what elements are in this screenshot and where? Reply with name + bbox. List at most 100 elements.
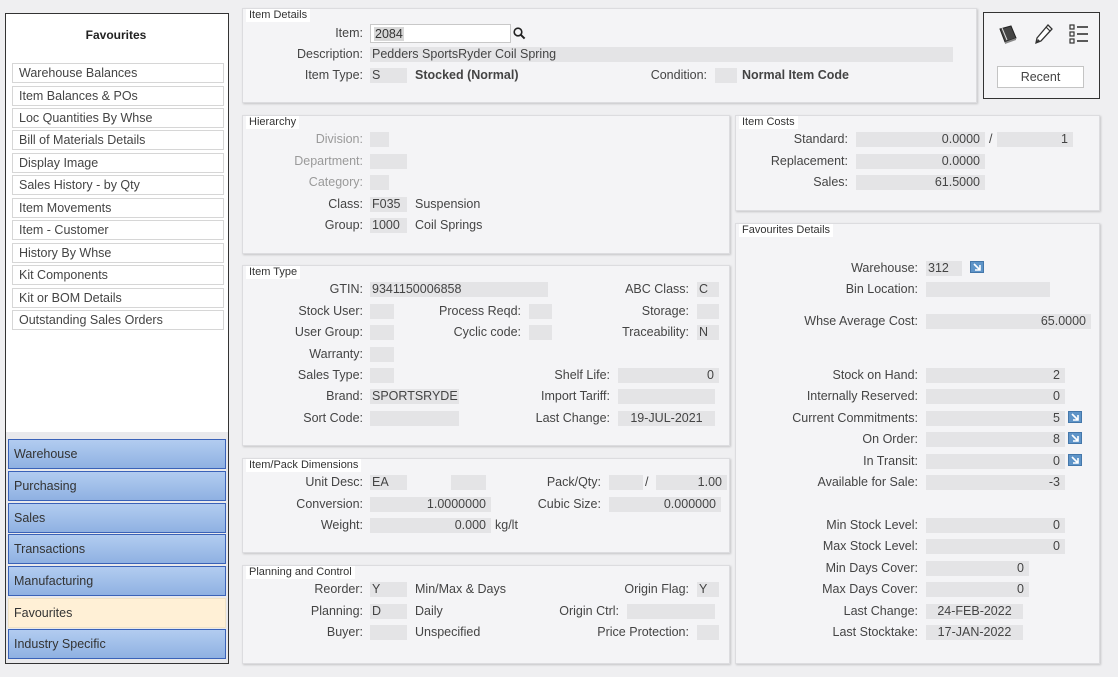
module-manufacturing[interactable]: Manufacturing — [8, 566, 226, 596]
origin-ctrl-label: Origin Ctrl: — [559, 604, 619, 618]
min-days-cover-field: 0 — [926, 561, 1029, 576]
left-navigation-panel: Favourites Warehouse Balances Item Balan… — [5, 13, 229, 664]
pack-qty-field: 1.00 — [656, 475, 727, 490]
fav-item-bill-of-materials-details[interactable]: Bill of Materials Details — [12, 130, 224, 150]
conversion-label: Conversion: — [296, 497, 363, 511]
fav-item-kit-components[interactable]: Kit Components — [12, 265, 224, 285]
item-details-title: Item Details — [246, 9, 311, 22]
department-field — [370, 154, 407, 169]
storage-field — [697, 304, 719, 319]
dimensions-title: Item/Pack Dimensions — [246, 459, 362, 472]
process-reqd-field — [529, 304, 552, 319]
pack-qty-label: Pack/Qty: — [546, 475, 601, 489]
current-commitments-drill-arrow-icon[interactable] — [1068, 411, 1082, 423]
recent-button[interactable]: Recent — [997, 66, 1084, 88]
whse-average-cost-field: 65.0000 — [926, 314, 1091, 329]
internally-reserved-field: 0 — [926, 389, 1065, 404]
group-label: Group: — [324, 218, 363, 232]
origin-ctrl-field — [627, 604, 715, 619]
notebook-icon[interactable] — [997, 23, 1019, 48]
fav-item-sales-history-by-qty[interactable]: Sales History - by Qty — [12, 175, 224, 195]
on-order-drill-arrow-icon[interactable] — [1068, 432, 1082, 444]
cubic-size-label: Cubic Size: — [537, 497, 601, 511]
module-menu: Warehouse Purchasing Sales Transactions … — [6, 432, 228, 663]
weight-label: Weight: — [320, 518, 363, 532]
reorder-label: Reorder: — [314, 582, 363, 596]
fav-last-change-field: 24-FEB-2022 — [926, 604, 1023, 619]
weight-field: 0.000 — [370, 518, 491, 533]
item-type-label: Item Type: — [304, 68, 363, 82]
description-label: Description: — [297, 47, 363, 61]
buyer-code-field — [370, 625, 407, 640]
item-input-value: 2084 — [374, 27, 404, 41]
standard-cost-field: 0.0000 — [856, 132, 985, 147]
gtin-label: GTIN: — [329, 282, 363, 296]
department-label: Department: — [294, 154, 363, 168]
warehouse-lookup-arrow-icon[interactable] — [970, 261, 984, 273]
gtin-field: 9341150006858 — [370, 282, 548, 297]
favourites-title: Favourites — [85, 28, 147, 42]
description-field: Pedders SportsRyder Coil Spring — [370, 47, 953, 62]
module-warehouse[interactable]: Warehouse — [8, 439, 226, 469]
fav-item-item-balances-pos[interactable]: Item Balances & POs — [12, 86, 224, 106]
fav-item-history-by-whse[interactable]: History By Whse — [12, 243, 224, 263]
fav-item-outstanding-sales-orders[interactable]: Outstanding Sales Orders — [12, 310, 224, 330]
fav-item-item-customer[interactable]: Item - Customer — [12, 220, 224, 240]
module-favourites[interactable]: Favourites — [8, 598, 226, 628]
cyclic-code-label: Cyclic code: — [453, 325, 521, 339]
price-protection-label: Price Protection: — [597, 625, 689, 639]
max-stock-level-label: Max Stock Level: — [822, 539, 918, 553]
fav-item-warehouse-balances[interactable]: Warehouse Balances — [12, 63, 224, 83]
brand-field: SPORTSRYDE — [370, 389, 459, 404]
in-transit-field: 0 — [926, 454, 1065, 469]
module-purchasing[interactable]: Purchasing — [8, 471, 226, 501]
fav-item-display-image[interactable]: Display Image — [12, 153, 224, 173]
replacement-cost-label: Replacement: — [770, 154, 848, 168]
user-group-field — [370, 325, 394, 340]
item-type-title: Item Type — [246, 266, 301, 279]
abc-class-field: C — [697, 282, 719, 297]
group-description: Coil Springs — [415, 218, 483, 232]
class-label: Class: — [328, 197, 363, 211]
max-stock-level-field: 0 — [926, 539, 1065, 554]
last-change-field: 19-JUL-2021 — [618, 411, 715, 426]
toolbox-panel: Recent — [983, 12, 1100, 99]
division-label: Division: — [315, 132, 363, 146]
fav-item-item-movements[interactable]: Item Movements — [12, 198, 224, 218]
last-stocktake-label: Last Stocktake: — [832, 625, 918, 639]
standard-cost-slash: / — [989, 132, 993, 146]
pack-qty-slash: / — [645, 475, 649, 489]
sales-type-label: Sales Type: — [297, 368, 363, 382]
planning-description: Daily — [415, 604, 443, 618]
planning-title: Planning and Control — [246, 566, 355, 579]
on-order-label: On Order: — [862, 432, 918, 446]
brand-label: Brand: — [326, 389, 363, 403]
cyclic-code-field — [529, 325, 552, 340]
planning-label: Planning: — [310, 604, 363, 618]
fav-item-loc-quantities-by-whse[interactable]: Loc Quantities By Whse — [12, 108, 224, 128]
fav-item-kit-or-bom-details[interactable]: Kit or BOM Details — [12, 288, 224, 308]
search-icon[interactable] — [513, 27, 526, 43]
last-change-label: Last Change: — [535, 411, 610, 425]
planning-code-field: D — [370, 604, 407, 619]
condition-code-field — [715, 68, 737, 83]
edit-pencil-icon[interactable] — [1033, 23, 1055, 48]
bin-location-field — [926, 282, 1050, 297]
standard-cost-label: Standard: — [793, 132, 848, 146]
bin-location-label: Bin Location: — [845, 282, 918, 296]
class-description: Suspension — [415, 197, 481, 211]
hierarchy-title: Hierarchy — [246, 116, 300, 129]
in-transit-drill-arrow-icon[interactable] — [1068, 454, 1082, 466]
traceability-field: N — [697, 325, 719, 340]
min-stock-level-field: 0 — [926, 518, 1065, 533]
current-commitments-label: Current Commitments: — [792, 411, 918, 425]
list-icon[interactable] — [1068, 23, 1090, 48]
module-industry-specific[interactable]: Industry Specific — [8, 629, 226, 659]
reorder-description: Min/Max & Days — [415, 582, 506, 596]
buyer-description: Unspecified — [415, 625, 481, 639]
condition-description: Normal Item Code — [742, 68, 849, 82]
warranty-label: Warranty: — [309, 347, 363, 361]
module-sales[interactable]: Sales — [8, 503, 226, 533]
in-transit-label: In Transit: — [863, 454, 918, 468]
module-transactions[interactable]: Transactions — [8, 534, 226, 564]
